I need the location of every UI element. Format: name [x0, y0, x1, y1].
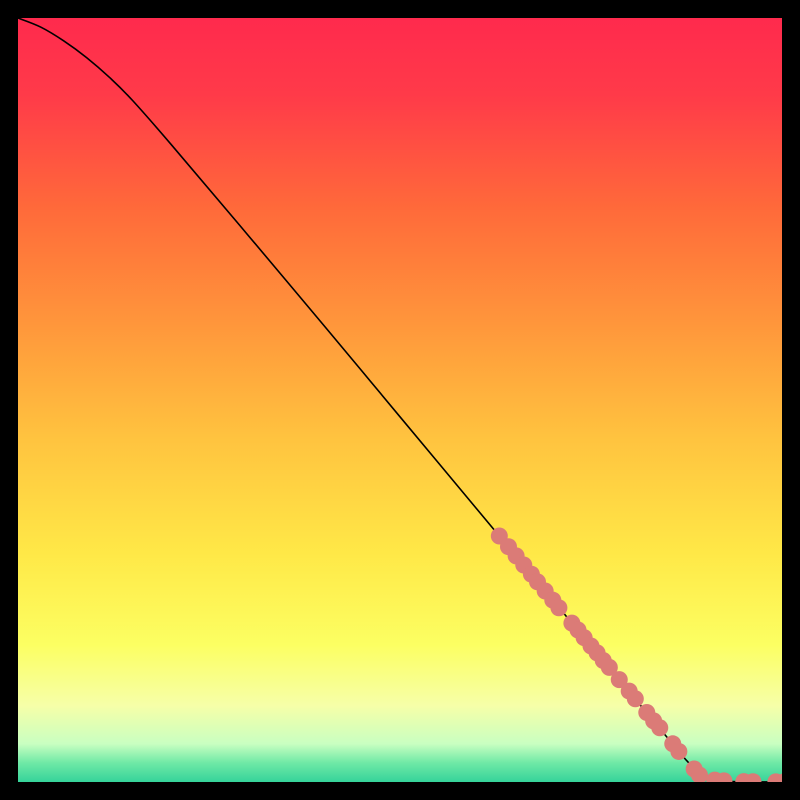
chart-dot [550, 599, 567, 616]
chart-dot [627, 690, 644, 707]
chart-background [18, 18, 782, 782]
chart-frame: TheBottleneck.com [18, 18, 782, 782]
chart-plot [18, 18, 782, 782]
chart-dot [670, 743, 687, 760]
chart-dot [651, 719, 668, 736]
